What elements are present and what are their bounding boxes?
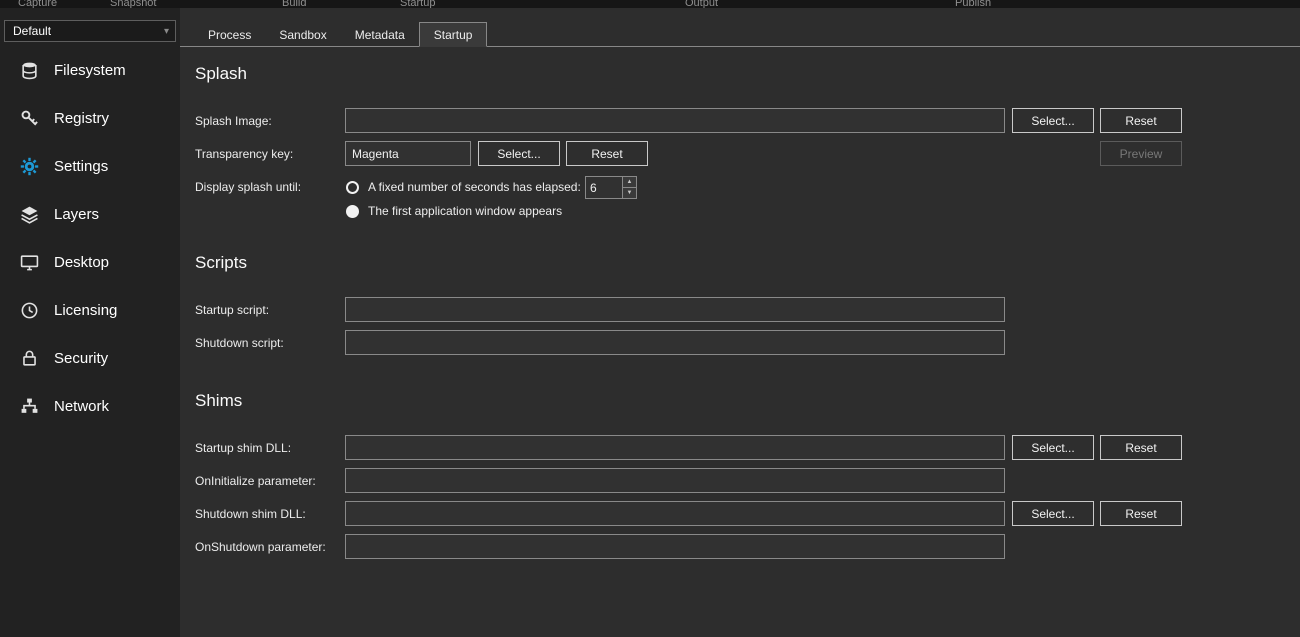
key-icon bbox=[20, 109, 39, 128]
chevron-down-icon: ▾ bbox=[164, 26, 169, 37]
sidebar-item-licensing[interactable]: Licensing bbox=[0, 286, 180, 334]
tab-startup[interactable]: Startup bbox=[419, 22, 488, 47]
spinner-up-button[interactable]: ▲ bbox=[623, 177, 636, 188]
sidebar-item-label: Security bbox=[54, 350, 108, 367]
lock-icon bbox=[20, 349, 39, 368]
gear-icon bbox=[20, 157, 39, 176]
transparency-key-input[interactable] bbox=[345, 141, 471, 166]
transparency-key-reset-button[interactable]: Reset bbox=[566, 141, 648, 166]
radio-first-window[interactable] bbox=[346, 205, 359, 218]
sidebar-item-registry[interactable]: Registry bbox=[0, 94, 180, 142]
sidebar-item-layers[interactable]: Layers bbox=[0, 190, 180, 238]
splash-image-select-button[interactable]: Select... bbox=[1012, 108, 1094, 133]
profile-dropdown[interactable]: Default ▾ bbox=[4, 20, 176, 42]
sidebar-item-security[interactable]: Security bbox=[0, 334, 180, 382]
shutdown-script-input[interactable] bbox=[345, 330, 1005, 355]
ribbon-group-snapshot: Snapshot bbox=[110, 0, 156, 8]
startup-shim-reset-button[interactable]: Reset bbox=[1100, 435, 1182, 460]
profile-dropdown-value: Default bbox=[13, 24, 51, 38]
sidebar-item-label: Desktop bbox=[54, 254, 109, 271]
sidebar: Default ▾ Filesystem Registry Settings bbox=[0, 8, 180, 637]
oninitialize-parameter-input[interactable] bbox=[345, 468, 1005, 493]
startup-shim-input[interactable] bbox=[345, 435, 1005, 460]
seconds-input[interactable] bbox=[586, 177, 622, 198]
scripts-heading: Scripts bbox=[195, 253, 247, 273]
shutdown-shim-reset-button[interactable]: Reset bbox=[1100, 501, 1182, 526]
oninitialize-parameter-label: OnInitialize parameter: bbox=[195, 474, 316, 488]
ribbon-bar: Capture Snapshot Build Startup Output Pu… bbox=[0, 0, 1300, 8]
startup-script-input[interactable] bbox=[345, 297, 1005, 322]
startup-script-label: Startup script: bbox=[195, 303, 269, 317]
preview-button: Preview bbox=[1100, 141, 1182, 166]
onshutdown-parameter-input[interactable] bbox=[345, 534, 1005, 559]
shutdown-shim-select-button[interactable]: Select... bbox=[1012, 501, 1094, 526]
startup-shim-select-button[interactable]: Select... bbox=[1012, 435, 1094, 460]
ribbon-group-build: Build bbox=[282, 0, 306, 8]
ribbon-group-startup: Startup bbox=[400, 0, 435, 8]
radio-fixed-seconds-label: A fixed number of seconds has elapsed: bbox=[368, 180, 581, 194]
shims-heading: Shims bbox=[195, 391, 242, 411]
database-icon bbox=[20, 61, 39, 80]
network-icon bbox=[20, 397, 39, 416]
layers-icon bbox=[20, 205, 39, 224]
sidebar-item-label: Settings bbox=[54, 158, 108, 175]
seconds-spinner: ▲ ▼ bbox=[585, 176, 637, 199]
radio-first-window-label: The first application window appears bbox=[368, 204, 562, 218]
clock-icon bbox=[20, 301, 39, 320]
onshutdown-parameter-label: OnShutdown parameter: bbox=[195, 540, 326, 554]
sidebar-item-network[interactable]: Network bbox=[0, 382, 180, 430]
sidebar-item-label: Registry bbox=[54, 110, 109, 127]
sidebar-item-label: Licensing bbox=[54, 302, 117, 319]
splash-image-reset-button[interactable]: Reset bbox=[1100, 108, 1182, 133]
splash-heading: Splash bbox=[195, 64, 247, 84]
splash-image-label: Splash Image: bbox=[195, 114, 272, 128]
splash-image-input[interactable] bbox=[345, 108, 1005, 133]
shutdown-script-label: Shutdown script: bbox=[195, 336, 284, 350]
settings-tabs: Process Sandbox Metadata Startup bbox=[180, 22, 1300, 47]
settings-panel: Process Sandbox Metadata Startup Splash … bbox=[180, 8, 1300, 637]
display-splash-until-label: Display splash until: bbox=[195, 180, 301, 194]
sidebar-item-filesystem[interactable]: Filesystem bbox=[0, 46, 180, 94]
monitor-icon bbox=[20, 253, 39, 272]
shutdown-shim-input[interactable] bbox=[345, 501, 1005, 526]
sidebar-item-label: Filesystem bbox=[54, 62, 126, 79]
radio-fixed-seconds[interactable] bbox=[346, 181, 359, 194]
sidebar-item-label: Layers bbox=[54, 206, 99, 223]
ribbon-group-capture: Capture bbox=[18, 0, 57, 8]
shutdown-shim-label: Shutdown shim DLL: bbox=[195, 507, 306, 521]
ribbon-group-publish: Publish bbox=[955, 0, 991, 8]
ribbon-group-output: Output bbox=[685, 0, 718, 8]
sidebar-item-desktop[interactable]: Desktop bbox=[0, 238, 180, 286]
spinner-down-button[interactable]: ▼ bbox=[623, 188, 636, 198]
tab-process[interactable]: Process bbox=[194, 22, 265, 47]
sidebar-nav: Filesystem Registry Settings Layers Desk bbox=[0, 46, 180, 430]
sidebar-item-settings[interactable]: Settings bbox=[0, 142, 180, 190]
sidebar-item-label: Network bbox=[54, 398, 109, 415]
tab-sandbox[interactable]: Sandbox bbox=[265, 22, 340, 47]
transparency-key-select-button[interactable]: Select... bbox=[478, 141, 560, 166]
tab-metadata[interactable]: Metadata bbox=[341, 22, 419, 47]
transparency-key-label: Transparency key: bbox=[195, 147, 293, 161]
startup-shim-label: Startup shim DLL: bbox=[195, 441, 291, 455]
